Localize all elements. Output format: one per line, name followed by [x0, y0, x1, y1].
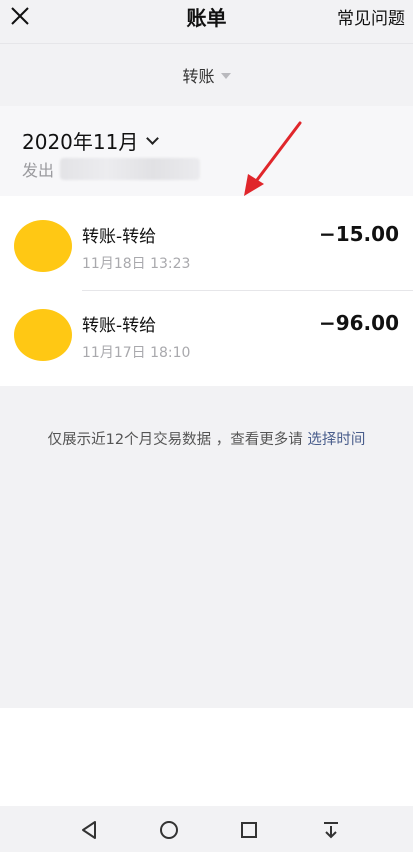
transaction-time: 11月17日 18:10 [82, 345, 191, 361]
select-time-link[interactable]: 选择时间 [307, 432, 365, 448]
month-selector[interactable]: 2020年11月 [22, 126, 160, 155]
history-note: 仅展示近12个月交易数据 ，查看更多请 选择时间 [0, 428, 413, 449]
month-label: 2020年11月 [22, 130, 139, 154]
recent-apps-icon[interactable] [238, 819, 260, 841]
home-icon[interactable] [158, 819, 180, 841]
type-filter[interactable]: 转账 [0, 44, 413, 106]
transaction-row[interactable]: 转账-转给 11月18日 13:23 −15.00 [0, 196, 413, 291]
note-area: 仅展示近12个月交易数据 ，查看更多请 选择时间 [0, 386, 413, 708]
transaction-time: 11月18日 13:23 [82, 256, 191, 272]
transaction-amount: −96.00 [318, 311, 399, 335]
back-icon[interactable] [78, 819, 100, 841]
transaction-title: 转账-转给 [82, 316, 157, 336]
month-summary: 2020年11月 发出 [0, 106, 413, 196]
filter-label: 转账 [182, 67, 215, 86]
chevron-down-icon [146, 132, 160, 145]
blank-area [0, 708, 413, 806]
caret-down-icon [220, 73, 231, 79]
system-nav-bar [0, 806, 413, 852]
transaction-title: 转账-转给 [82, 227, 157, 247]
top-bar: 账单 常见问题 [0, 0, 413, 44]
faq-link[interactable]: 常见问题 [337, 4, 405, 29]
avatar [14, 220, 72, 272]
outgoing-summary: 发出 [22, 157, 201, 181]
hide-nav-icon[interactable] [320, 819, 342, 841]
transaction-row[interactable]: 转账-转给 11月17日 18:10 −96.00 [0, 291, 413, 385]
outgoing-label: 发出 [22, 161, 55, 180]
annotation-arrow-icon [244, 121, 302, 196]
avatar [14, 309, 72, 361]
transaction-amount: −15.00 [318, 222, 399, 246]
blurred-amount [60, 158, 201, 180]
transaction-list: 转账-转给 11月18日 13:23 −15.00 转账-转给 11月17日 1… [0, 196, 413, 386]
history-note-text: 仅展示近12个月交易数据 ，查看更多请 [47, 432, 308, 448]
